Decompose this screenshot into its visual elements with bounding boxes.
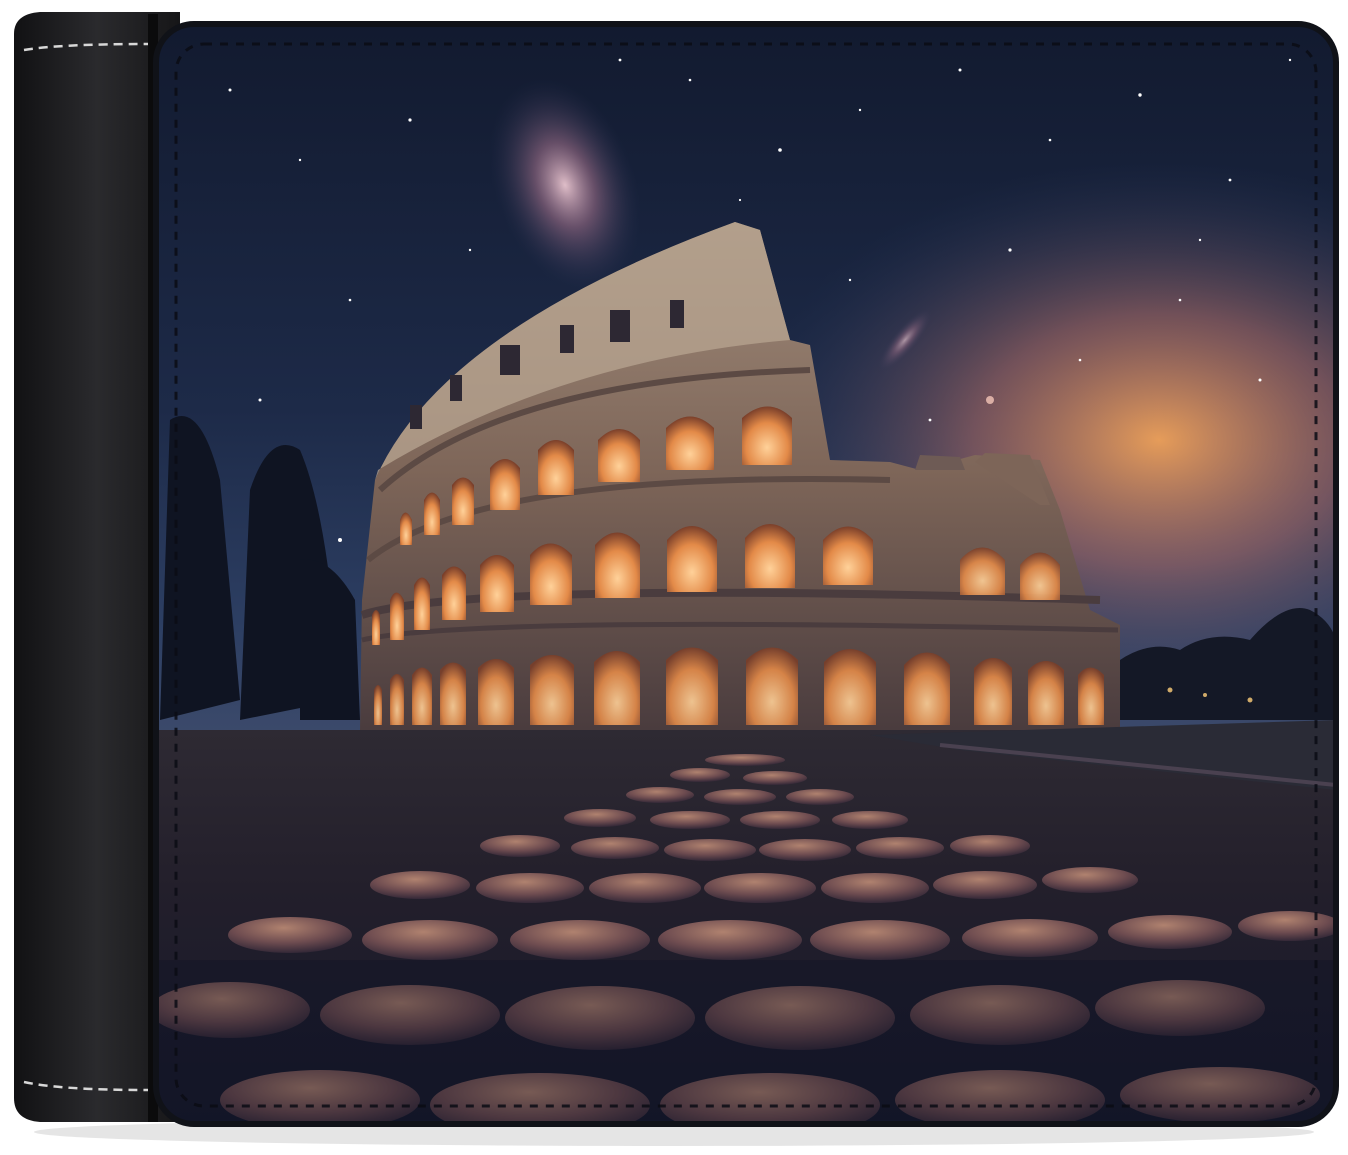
wallet-product-photo	[0, 0, 1348, 1155]
wallet-illustration	[14, 12, 1339, 1146]
colosseum-print	[156, 24, 1336, 1124]
